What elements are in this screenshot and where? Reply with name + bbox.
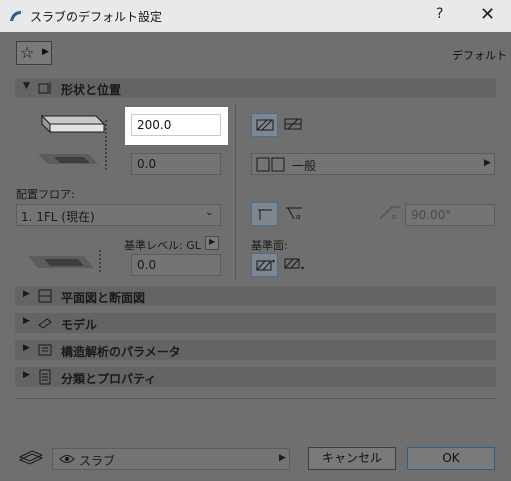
angle-disabled-icon: α <box>379 206 400 221</box>
arrow-right-icon: ▶ <box>484 158 491 168</box>
structural-analysis-icon <box>38 344 52 356</box>
section-header-classification[interactable]: ▶ 分類とプロパティ <box>15 367 496 387</box>
expand-triangle-icon: ▶ <box>23 343 30 353</box>
ref-level-diagram-icon <box>28 250 101 274</box>
angle-input[interactable]: 90.00° <box>405 204 495 226</box>
chevron-down-icon: ⌄ <box>205 207 214 218</box>
window-title: スラブのデフォルト設定 <box>30 10 163 24</box>
section-title-plan-section: 平面図と断面図 <box>61 291 146 305</box>
section-title-model: モデル <box>61 318 98 332</box>
vertical-divider <box>235 104 236 280</box>
star-icon: ☆ <box>20 43 35 62</box>
help-button[interactable]: ? <box>436 6 443 22</box>
dropdown-arrow-icon: ▶ <box>42 47 49 57</box>
eye-icon <box>59 455 75 463</box>
ref-plane-top-icon <box>256 260 275 271</box>
section-header-geometry[interactable]: ▼ 形状と位置 <box>15 78 496 98</box>
alt-hatch-icon[interactable] <box>284 118 302 130</box>
edge-angle-icon[interactable]: α <box>284 205 306 221</box>
classification-icon <box>39 369 51 385</box>
thickness-input[interactable]: 200.0 <box>131 114 221 136</box>
offset-input[interactable]: 0.0 <box>131 153 221 175</box>
arrow-right-icon: ▶ <box>279 453 286 463</box>
floor-label: 配置フロア: <box>16 188 75 201</box>
edge-perpendicular-button[interactable] <box>251 202 278 226</box>
section-header-model[interactable]: ▶ モデル <box>15 313 496 333</box>
expand-triangle-icon: ▶ <box>23 370 30 380</box>
favorites-button[interactable]: ☆ ▶ <box>16 41 52 65</box>
geometry-position-icon <box>38 82 51 94</box>
expand-triangle-icon: ▶ <box>23 289 30 299</box>
default-label: デフォルト <box>452 49 507 62</box>
fill-hatch-button[interactable] <box>251 113 278 137</box>
section-header-structural[interactable]: ▶ 構造解析のパラメータ <box>15 340 496 360</box>
floor-select[interactable]: 1. 1FL (現在) ⌄ <box>16 204 221 226</box>
section-title-geometry: 形状と位置 <box>61 83 122 97</box>
ref-plane-label: 基準面: <box>251 239 288 252</box>
floor-value: 1. 1FL (現在) <box>21 210 95 224</box>
ok-button[interactable]: OK <box>407 447 495 470</box>
section-header-plan-section[interactable]: ▶ 平面図と断面図 <box>15 286 496 306</box>
plan-section-icon <box>38 289 52 303</box>
layer-select[interactable]: スラブ ▶ <box>52 448 290 470</box>
ref-plane-bottom-icon[interactable] <box>284 257 306 271</box>
section-title-structural: 構造解析のパラメータ <box>61 345 181 359</box>
model-icon <box>38 318 52 329</box>
cancel-button[interactable]: キャンセル <box>308 447 396 470</box>
expand-triangle-icon: ▶ <box>23 316 30 326</box>
svg-text:α: α <box>296 213 301 221</box>
ref-plane-top-button[interactable] <box>251 253 278 277</box>
ref-offset-input[interactable]: 0.0 <box>131 254 221 276</box>
ref-level-label: 基準レベル: GL <box>124 239 201 252</box>
slab-thickness-diagram-icon <box>38 114 107 170</box>
play-arrow-icon: ▶ <box>209 237 216 246</box>
slab-tool-icon <box>10 11 21 21</box>
svg-text:α: α <box>392 213 397 221</box>
close-button[interactable]: ✕ <box>480 4 495 25</box>
composite-select[interactable]: 一般 ▶ <box>251 153 495 175</box>
ref-level-button[interactable]: ▶ <box>205 236 219 250</box>
edge-perpendicular-icon <box>258 209 272 220</box>
composite-value: 一般 <box>292 159 317 173</box>
title-bar: スラブのデフォルト設定 ? ✕ <box>0 0 511 32</box>
composite-icon <box>256 157 285 172</box>
layer-value: スラブ <box>79 454 116 468</box>
footer-divider <box>15 398 496 399</box>
hatch-pattern-icon <box>256 119 274 131</box>
section-title-classification: 分類とプロパティ <box>61 372 157 386</box>
collapse-triangle-icon: ▼ <box>23 81 30 91</box>
layer-icon <box>18 450 44 465</box>
